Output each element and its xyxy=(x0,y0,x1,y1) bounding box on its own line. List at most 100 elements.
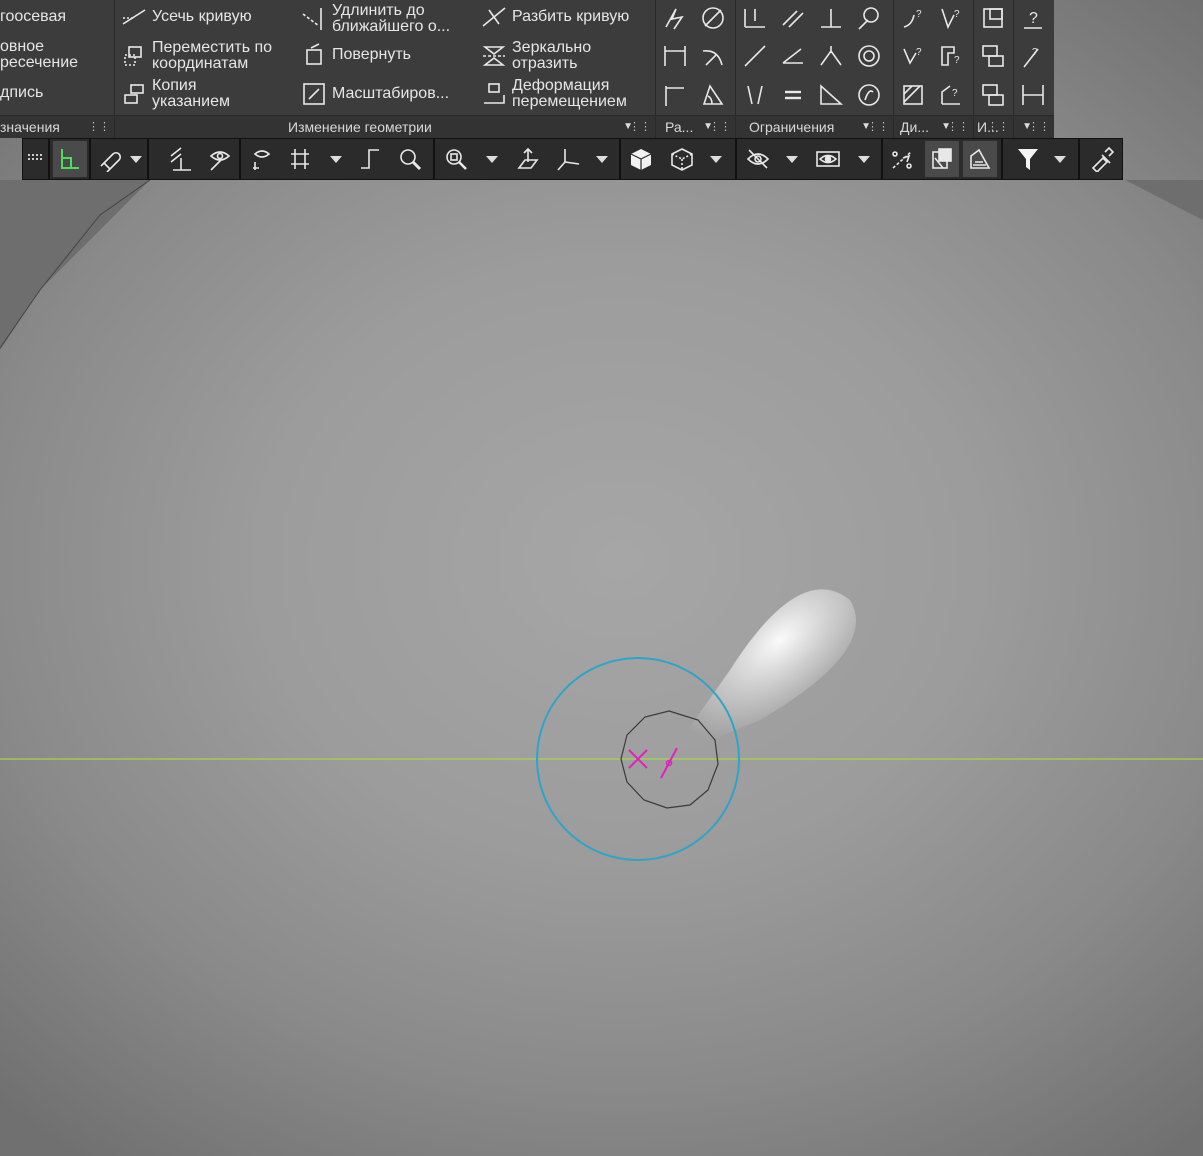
ribbon-group-i: И... ⋮⋮ xyxy=(974,0,1014,138)
chevron-down-icon[interactable] xyxy=(783,141,801,177)
point-marker[interactable] xyxy=(660,747,678,779)
label-button[interactable]: дпись xyxy=(0,85,43,101)
concentric-icon[interactable] xyxy=(854,41,884,71)
chain-dimension-icon[interactable] xyxy=(660,80,690,110)
group-footer-diagnostics: Ди... ▼ ⋮⋮ xyxy=(894,115,973,138)
wireframe-cube-icon[interactable] xyxy=(665,141,699,177)
chevron-down-icon[interactable] xyxy=(327,141,345,177)
grid-icon[interactable] xyxy=(283,141,317,177)
deform-button[interactable]: Деформация перемещением xyxy=(480,78,627,110)
zoom-icon[interactable] xyxy=(393,141,427,177)
move-by-coords-button[interactable]: Переместить по координатам xyxy=(120,40,272,72)
vertical-icon[interactable] xyxy=(740,80,770,110)
help-dimension-icon[interactable] xyxy=(1018,80,1048,110)
mirror-label-1: Зеркально xyxy=(512,39,592,56)
properties-icon[interactable] xyxy=(978,41,1008,71)
angle-constraint-icon[interactable] xyxy=(778,41,808,71)
grip-icon[interactable]: ⋮⋮ xyxy=(629,116,651,138)
grip-icon[interactable]: ⋮⋮ xyxy=(1028,116,1050,138)
grip-icon[interactable]: ⋮⋮ xyxy=(987,116,1009,138)
perpendicular-snap-icon[interactable] xyxy=(163,141,197,177)
group-title-constraints: Ограничения xyxy=(749,119,835,135)
extend-icon xyxy=(300,5,328,33)
component-icon[interactable] xyxy=(925,141,959,177)
toolbar-separator xyxy=(881,139,883,179)
mirror-button[interactable]: Зеркально отразить xyxy=(480,40,591,72)
view-orient-icon[interactable] xyxy=(245,141,279,177)
section-line-label-2: ресечение xyxy=(0,54,79,71)
display-eye-icon[interactable] xyxy=(203,141,237,177)
magnet-snap-icon[interactable] xyxy=(93,141,127,177)
normal-to-icon[interactable] xyxy=(511,141,545,177)
check-icon[interactable]: ? xyxy=(898,3,928,33)
drag-handle-icon[interactable] xyxy=(23,141,47,177)
split-label: Разбить кривую xyxy=(512,8,630,25)
toolbar-separator xyxy=(147,139,149,179)
scale-button[interactable]: Масштабиров... xyxy=(300,80,449,108)
ribbon-group-dimensions: Ра... ▼ ⋮⋮ xyxy=(656,0,736,138)
sketch-icon[interactable] xyxy=(53,141,87,177)
linear-dimension-icon[interactable] xyxy=(660,41,690,71)
help-curve-icon[interactable]: ? xyxy=(1018,41,1048,71)
copy-button[interactable]: Копия указанием xyxy=(120,78,230,110)
trim-label: Усечь кривую xyxy=(152,8,252,25)
chevron-down-icon[interactable] xyxy=(855,141,873,177)
shaded-cube-icon[interactable] xyxy=(624,141,658,177)
layers-icon[interactable] xyxy=(963,141,997,177)
equal-icon[interactable] xyxy=(778,80,808,110)
grip-icon[interactable]: ⋮⋮ xyxy=(709,116,731,138)
heads-up-toolbar xyxy=(22,138,1123,180)
rotate-icon xyxy=(300,41,328,69)
fix-point-icon[interactable] xyxy=(740,3,770,33)
radial-dimension-icon[interactable] xyxy=(698,41,728,71)
chevron-down-icon[interactable] xyxy=(483,141,501,177)
chevron-down-icon[interactable] xyxy=(127,141,145,177)
check-closed-icon[interactable]: ? xyxy=(936,41,966,71)
diameter-dimension-icon[interactable] xyxy=(698,3,728,33)
grip-icon[interactable]: ⋮⋮ xyxy=(88,116,110,138)
extend-label-1: Удлинить до xyxy=(332,2,425,19)
toolbar-separator xyxy=(89,139,91,179)
check-curve-icon[interactable]: ? xyxy=(936,3,966,33)
scale-label: Масштабиров... xyxy=(332,85,450,102)
auto-dimension-icon[interactable] xyxy=(660,3,690,33)
grip-icon[interactable]: ⋮⋮ xyxy=(947,116,969,138)
coincident-icon[interactable] xyxy=(854,80,884,110)
extend-button[interactable]: Удлинить до ближайшего о... xyxy=(300,3,450,35)
question-icon[interactable]: ? xyxy=(1018,3,1048,33)
axial-line-button[interactable]: гоосевая xyxy=(0,9,66,25)
hide-icon[interactable] xyxy=(741,141,775,177)
chevron-down-icon[interactable] xyxy=(1051,141,1069,177)
report-icon[interactable] xyxy=(978,80,1008,110)
group-footer-geometry: Изменение геометрии ▼ ⋮⋮ xyxy=(115,115,655,138)
grip-icon[interactable]: ⋮⋮ xyxy=(867,116,889,138)
chevron-down-icon[interactable] xyxy=(593,141,611,177)
chevron-down-icon[interactable] xyxy=(707,141,725,177)
trim-curve-button[interactable]: Усечь кривую xyxy=(120,3,252,31)
split-curve-button[interactable]: Разбить кривую xyxy=(480,3,629,31)
step-icon[interactable] xyxy=(353,141,387,177)
collinear-icon[interactable] xyxy=(740,41,770,71)
filter-icon[interactable] xyxy=(1011,141,1045,177)
toolbar-separator xyxy=(433,139,435,179)
parallel-icon[interactable] xyxy=(778,3,808,33)
section-line-button[interactable]: овное ресечение xyxy=(0,39,78,71)
eyedropper-icon[interactable] xyxy=(1085,141,1119,177)
check-degree-icon[interactable]: ? xyxy=(936,80,966,110)
section-line-label-1: овное xyxy=(0,38,45,55)
move-label-1: Переместить по xyxy=(152,39,273,56)
rotate-button[interactable]: Повернуть xyxy=(300,41,411,69)
zoom-window-icon[interactable] xyxy=(439,141,473,177)
symmetry-icon[interactable] xyxy=(816,41,846,71)
angle-dimension-icon[interactable] xyxy=(698,80,728,110)
perpendicular-icon[interactable] xyxy=(816,3,846,33)
check-overlap-icon[interactable]: ? xyxy=(898,41,928,71)
triad-icon[interactable] xyxy=(551,141,585,177)
toolbar-separator xyxy=(1078,139,1080,179)
info-icon[interactable] xyxy=(978,3,1008,33)
tangent-icon[interactable] xyxy=(854,3,884,33)
select-points-icon[interactable] xyxy=(885,141,919,177)
hatch-check-icon[interactable] xyxy=(898,80,928,110)
horizontal-icon[interactable] xyxy=(816,80,846,110)
hide-eye-icon[interactable] xyxy=(811,141,845,177)
